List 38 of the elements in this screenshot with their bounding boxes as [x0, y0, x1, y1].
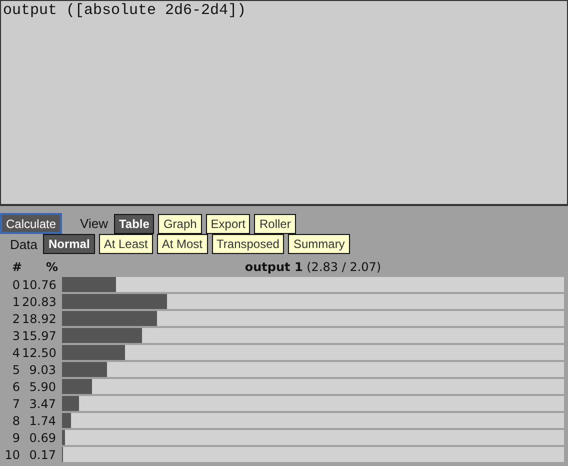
table-cell-text: 5 [11, 362, 21, 376]
table-cell-text: 10 [4, 448, 21, 462]
table-cell-text: 10.76 [22, 278, 58, 292]
data-label: Data [10, 236, 38, 252]
table-cell-text: 18.92 [22, 312, 58, 326]
table-cell-text: 4 [11, 346, 21, 360]
view-tab[interactable]: Export [206, 214, 250, 234]
table-cell-text: 0.69 [28, 430, 57, 444]
view-tab[interactable]: Roller [254, 214, 296, 234]
data-tab[interactable]: Summary [288, 234, 350, 254]
table-cell-text: 20.83 [22, 294, 58, 308]
data-tab[interactable]: Transposed [212, 234, 284, 254]
table-cell-text: 9 [11, 430, 21, 444]
table-cell-text: 5.90 [28, 380, 57, 394]
column-header: # [10, 260, 22, 274]
calculate-button[interactable]: Calculate [0, 213, 62, 234]
table-cell-text: 9.03 [28, 362, 57, 376]
table-cell-text: 15.97 [22, 328, 58, 342]
table-cell-text: 1 [11, 294, 21, 308]
table-cell-text: 1.74 [28, 414, 57, 428]
table-title: output 1 (2.83 / 2.07) [244, 260, 382, 274]
view-tab[interactable]: Graph [158, 214, 202, 234]
table-cell-text: 8 [11, 414, 21, 428]
table-cell-text: 3.47 [28, 396, 57, 410]
view-label: View [80, 216, 108, 231]
data-tab[interactable]: At Least [98, 234, 153, 254]
table-cell-text: 7 [11, 396, 21, 410]
table-cell-text: 0.17 [28, 448, 57, 462]
table-cell-text: 3 [11, 328, 21, 342]
data-tab[interactable]: At Most [156, 234, 208, 254]
table-cell-text: 2 [11, 312, 21, 326]
table-cell-text: 6 [11, 380, 21, 394]
table-cell-text: 0 [11, 278, 21, 292]
data-tab[interactable]: Normal [43, 234, 95, 254]
view-tab[interactable]: Table [114, 214, 154, 234]
column-header: % [44, 260, 58, 274]
script-field[interactable]: output ([absolute 2d6-2d4]) [0, 0, 568, 206]
table-cell-text: 12.50 [22, 346, 58, 360]
